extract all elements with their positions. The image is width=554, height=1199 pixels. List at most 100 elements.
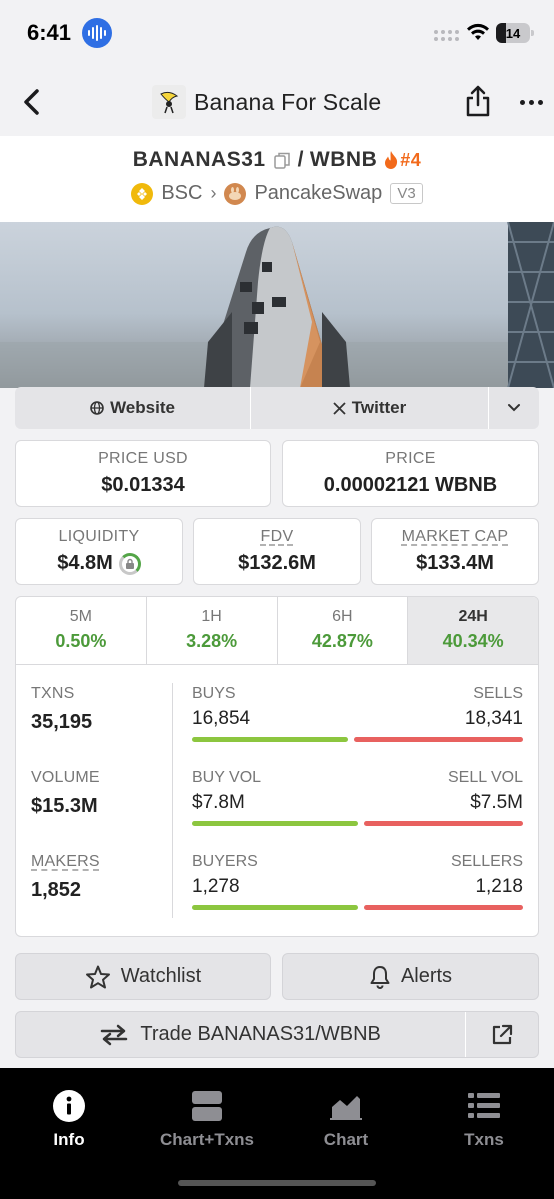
- token-logo: [152, 85, 186, 119]
- liquidity-value: $4.8M: [57, 552, 113, 574]
- change-5m: 0.50%: [55, 631, 107, 651]
- layout-icon: [192, 1091, 222, 1121]
- market-cap-label[interactable]: MARKET CAP: [372, 528, 538, 546]
- liquidity-lock-icon[interactable]: [118, 552, 141, 575]
- price-native-label: PRICE: [385, 450, 436, 467]
- fdv-label[interactable]: FDV: [194, 528, 360, 546]
- liquidity-label: LIQUIDITY: [58, 528, 140, 545]
- cellular-signal-icon: [434, 30, 459, 34]
- price-usd-label: PRICE USD: [98, 450, 188, 467]
- star-icon: [85, 965, 110, 988]
- volume-stat: VOLUME $15.3M: [31, 769, 100, 817]
- sellers-bar-fill: [364, 905, 523, 910]
- status-bar: 6:41 14: [0, 0, 554, 68]
- chevron-right-icon: ›: [210, 183, 217, 203]
- alerts-button[interactable]: Alerts: [282, 953, 539, 1000]
- bell-icon: [370, 965, 390, 989]
- sell-bar-fill: [353, 737, 523, 742]
- sellers-value: 1,218: [475, 876, 523, 897]
- makers-stat: MAKERS 1,852: [31, 853, 100, 901]
- links-bar: Website Twitter: [15, 387, 539, 429]
- chain-breadcrumb: BSC › PancakeSwap V3: [0, 182, 554, 205]
- buyers-sellers-stat: BUYERS SELLERS 1,278 1,218: [192, 853, 523, 910]
- page-title: Banana For Scale: [194, 88, 382, 115]
- buyers-bar-fill: [192, 905, 359, 910]
- share-icon[interactable]: [464, 84, 492, 118]
- buyers-ratio-bar: [192, 905, 523, 910]
- copy-icon[interactable]: [273, 152, 290, 169]
- home-indicator: [178, 1180, 376, 1186]
- chevron-down-icon: [508, 404, 520, 412]
- tab-1h[interactable]: 1H 3.28%: [147, 597, 278, 664]
- tab-24h[interactable]: 24H 40.34%: [408, 597, 538, 664]
- trade-button-group: Trade BANANAS31/WBNB: [15, 1011, 539, 1058]
- tab-6h[interactable]: 6H 42.87%: [278, 597, 409, 664]
- tab-txns[interactable]: Txns: [415, 1088, 553, 1150]
- liquidity-card: LIQUIDITY $4.8M: [15, 518, 183, 585]
- sell-vol-value: $7.5M: [470, 792, 523, 813]
- website-label: Website: [110, 398, 175, 417]
- swap-arrows-icon: [101, 1024, 128, 1045]
- buy-bar-fill: [192, 737, 348, 742]
- buys-sells-ratio-bar: [192, 737, 523, 742]
- change-24h: 40.34%: [442, 631, 504, 651]
- makers-value: 1,852: [31, 879, 82, 901]
- pair-separator: /: [297, 148, 304, 171]
- more-links-button[interactable]: [489, 387, 539, 429]
- price-usd-card: PRICE USD $0.01334: [15, 440, 271, 507]
- trending-rank: #4: [383, 150, 421, 171]
- alerts-label: Alerts: [400, 965, 453, 987]
- watchlist-label: Watchlist: [120, 965, 202, 987]
- buys-value: 16,854: [192, 708, 251, 729]
- price-usd-value: $0.01334: [101, 474, 185, 496]
- battery-icon: 14: [496, 23, 534, 43]
- fdv-card: FDV $132.6M: [193, 518, 361, 585]
- x-logo-icon: [333, 401, 346, 415]
- volume-ratio-bar: [192, 821, 523, 826]
- price-native-card: PRICE 0.00002121 WBNB: [282, 440, 539, 507]
- back-button[interactable]: [18, 86, 46, 118]
- website-button[interactable]: Website: [15, 387, 251, 429]
- bsc-chain-icon: [131, 182, 154, 205]
- pair-header: BANANAS31 / WBNB #4 BSC › PancakeSwap V3: [0, 136, 554, 222]
- buy-vol-bar-fill: [192, 821, 358, 826]
- external-trade-button[interactable]: [466, 1012, 538, 1057]
- info-icon: [53, 1090, 85, 1122]
- nav-title-group: Banana For Scale: [152, 84, 381, 120]
- chain-name[interactable]: BSC: [161, 182, 202, 205]
- fire-icon: [385, 151, 398, 169]
- more-options-icon[interactable]: [520, 100, 543, 105]
- dex-name[interactable]: PancakeSwap: [254, 182, 382, 205]
- pair-name: BANANAS31 / WBNB #4: [0, 148, 554, 172]
- stats-divider: [172, 683, 173, 918]
- tab-info[interactable]: Info: [0, 1088, 138, 1150]
- change-6h: 42.87%: [311, 631, 373, 651]
- audio-activity-icon: [82, 18, 112, 48]
- txns-value: 35,195: [31, 711, 93, 733]
- volume-split-stat: BUY VOL SELL VOL $7.8M $7.5M: [192, 769, 523, 826]
- pancakeswap-icon: [224, 182, 247, 205]
- market-cap-card: MARKET CAP $133.4M: [371, 518, 539, 585]
- area-chart-icon: [330, 1096, 362, 1120]
- tab-chart-txns[interactable]: Chart+Txns: [138, 1088, 276, 1150]
- trade-button[interactable]: Trade BANANAS31/WBNB: [16, 1012, 467, 1057]
- base-token: BANANAS31: [132, 148, 266, 171]
- tab-5m[interactable]: 5M 0.50%: [16, 597, 147, 664]
- fdv-value: $132.6M: [238, 552, 316, 574]
- watchlist-button[interactable]: Watchlist: [15, 953, 271, 1000]
- timeframe-tabs: 5M 0.50% 1H 3.28% 6H 42.87% 24H 40.34%: [16, 597, 538, 665]
- list-icon: [468, 1093, 500, 1118]
- market-cap-value: $133.4M: [416, 552, 494, 574]
- trade-label: Trade BANANAS31/WBNB: [140, 1023, 381, 1045]
- twitter-button[interactable]: Twitter: [251, 387, 489, 429]
- tab-chart[interactable]: Chart: [277, 1088, 415, 1150]
- change-1h: 3.28%: [186, 631, 238, 651]
- wifi-icon: [467, 23, 489, 40]
- price-native-value: 0.00002121 WBNB: [323, 474, 498, 496]
- nav-bar: Banana For Scale: [0, 68, 554, 136]
- quote-token: WBNB: [309, 148, 378, 171]
- twitter-label: Twitter: [351, 398, 407, 417]
- buyers-value: 1,278: [192, 876, 240, 897]
- token-banner-image: [0, 222, 554, 388]
- stats-panel: 5M 0.50% 1H 3.28% 6H 42.87% 24H 40.34% T…: [15, 596, 539, 937]
